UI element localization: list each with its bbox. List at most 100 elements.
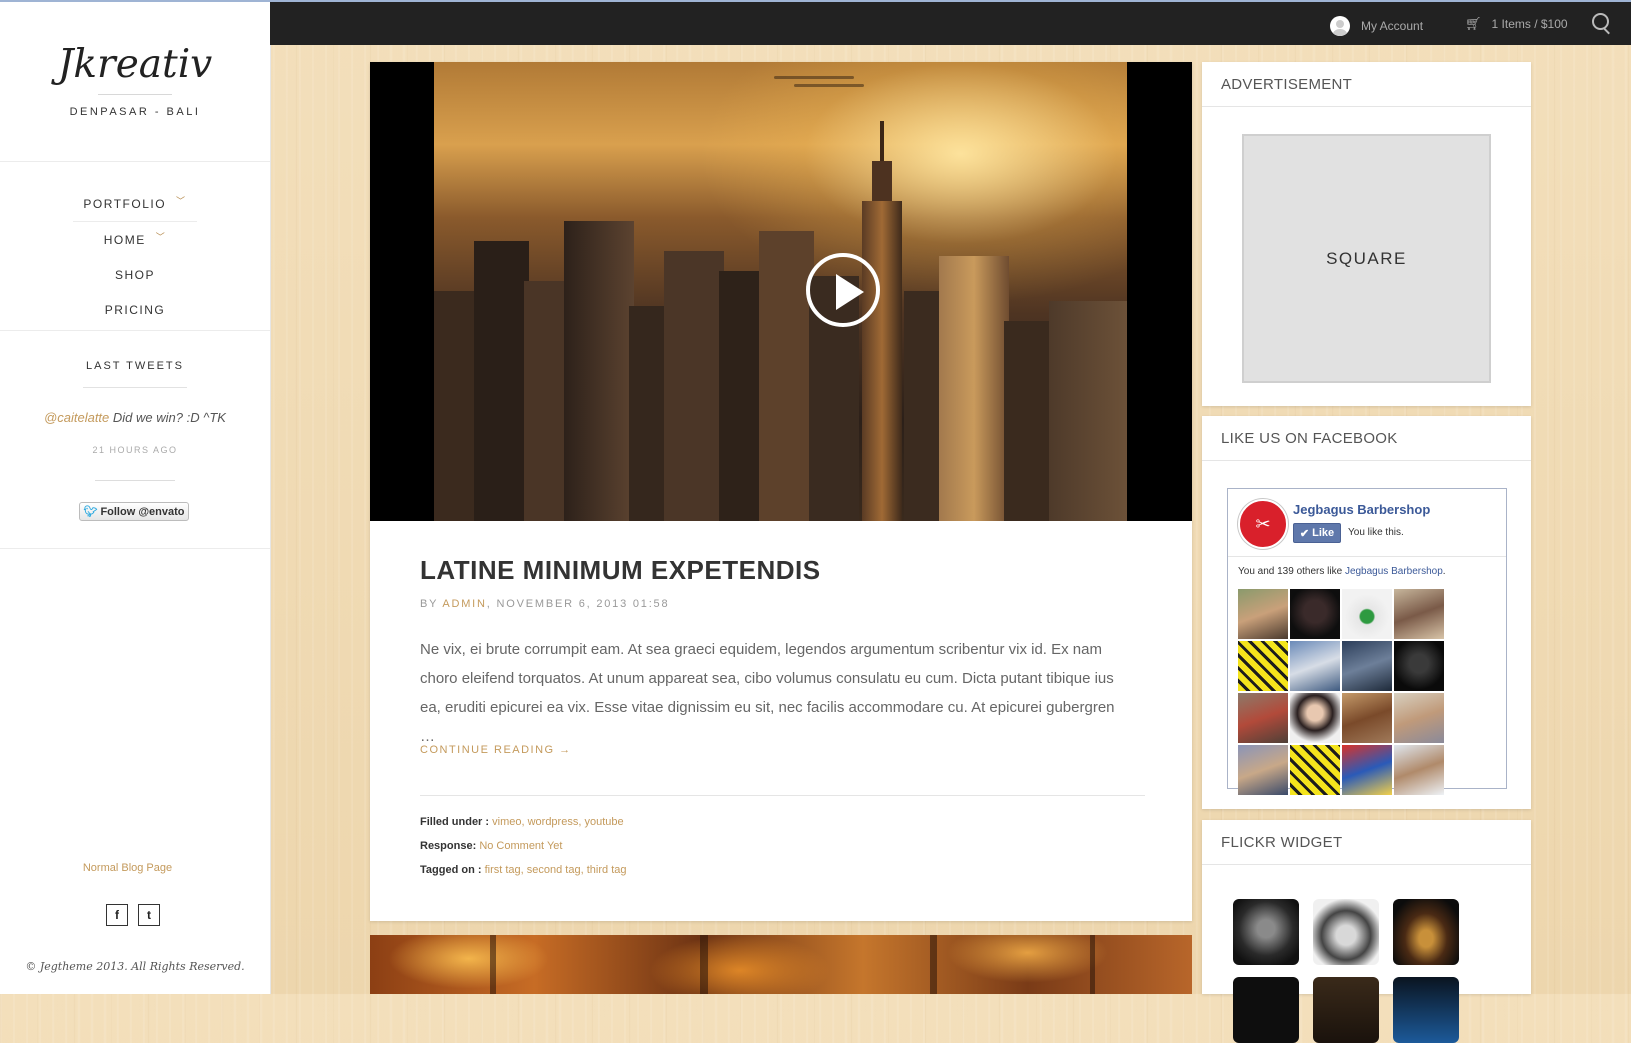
facebook-page-link[interactable]: Jegbagus Barbershop bbox=[1345, 566, 1443, 577]
cart-label: 1 Items / $100 bbox=[1491, 17, 1568, 31]
building bbox=[1049, 301, 1127, 521]
cloud-streak bbox=[794, 84, 864, 87]
facebook-page-name[interactable]: Jegbagus Barbershop bbox=[1293, 502, 1430, 517]
category-link[interactable]: vimeo bbox=[492, 816, 521, 828]
flickr-photo[interactable] bbox=[1393, 977, 1459, 1043]
fan-avatar[interactable] bbox=[1342, 589, 1392, 639]
widget-title: ADVERTISEMENT bbox=[1202, 62, 1531, 107]
post-excerpt: Ne vix, ei brute corrumpit eam. At sea g… bbox=[420, 641, 1115, 745]
fan-avatar[interactable] bbox=[1394, 589, 1444, 639]
fan-avatar[interactable] bbox=[1238, 589, 1288, 639]
author-link[interactable]: ADMIN bbox=[442, 598, 486, 610]
sidebar-divider bbox=[0, 330, 270, 331]
twitter-icon[interactable]: t bbox=[138, 904, 160, 926]
category-link[interactable]: wordpress bbox=[528, 816, 579, 828]
nav-label: HOME bbox=[103, 232, 146, 247]
building bbox=[474, 241, 529, 521]
like-button[interactable]: ✔ Like bbox=[1293, 523, 1341, 543]
building bbox=[862, 201, 902, 521]
building bbox=[939, 256, 1009, 521]
likes-count-prefix: You and 139 others like bbox=[1238, 566, 1345, 577]
flickr-photo[interactable] bbox=[1233, 899, 1299, 965]
building bbox=[1004, 321, 1054, 521]
fan-avatar[interactable] bbox=[1290, 589, 1340, 639]
building bbox=[664, 251, 724, 521]
fan-avatar[interactable] bbox=[1394, 745, 1444, 795]
facebook-widget: LIKE US ON FACEBOOK Jegbagus Barbershop … bbox=[1202, 416, 1531, 809]
widget-title: FLICKR WIDGET bbox=[1202, 820, 1531, 865]
site-logo[interactable]: Jkreativ bbox=[0, 42, 270, 87]
response-row: Response: No Comment Yet bbox=[420, 840, 562, 852]
page-logo[interactable] bbox=[1238, 499, 1288, 549]
flickr-photo[interactable] bbox=[1313, 899, 1379, 965]
top-bar: My Account 🛒︎ 1 Items / $100 bbox=[270, 2, 1631, 45]
nav-item-home[interactable]: HOME ﹀ bbox=[0, 222, 270, 257]
building bbox=[629, 306, 669, 521]
fan-avatar[interactable] bbox=[1394, 641, 1444, 691]
last-tweets-title: LAST TWEETS bbox=[85, 360, 184, 372]
tag-link[interactable]: third tag bbox=[587, 864, 627, 876]
fan-faces-grid bbox=[1238, 589, 1448, 795]
flickr-photo[interactable] bbox=[1233, 977, 1299, 1043]
tweet-divider bbox=[95, 480, 175, 481]
post-video[interactable] bbox=[370, 62, 1192, 521]
fan-avatar[interactable] bbox=[1290, 641, 1340, 691]
cloud-streak bbox=[774, 76, 854, 79]
nav-item-pricing[interactable]: PRICING bbox=[0, 292, 270, 327]
tag-link[interactable]: first tag bbox=[485, 864, 521, 876]
nav-item-portfolio[interactable]: PORTFOLIO ﹀ bbox=[0, 186, 270, 221]
tag-link[interactable]: second tag bbox=[527, 864, 581, 876]
post-meta: BY ADMIN, NOVEMBER 6, 2013 01:58 bbox=[420, 598, 669, 610]
building bbox=[759, 231, 814, 521]
nav-label: SHOP bbox=[114, 267, 155, 282]
fan-avatar[interactable] bbox=[1394, 693, 1444, 743]
flickr-photo[interactable] bbox=[1313, 977, 1379, 1043]
city-skyline-image bbox=[434, 62, 1127, 521]
building bbox=[564, 221, 634, 521]
flickr-grid bbox=[1233, 899, 1513, 1043]
tweet-time[interactable]: 21 HOURS AGO bbox=[0, 445, 270, 455]
social-links: f t bbox=[106, 904, 160, 926]
tweet-body: Did we win? :D ^TK bbox=[112, 410, 226, 425]
facebook-divider bbox=[1228, 556, 1506, 557]
widget-title: LIKE US ON FACEBOOK bbox=[1202, 416, 1531, 461]
fan-avatar[interactable] bbox=[1290, 693, 1340, 743]
check-icon: ✔ bbox=[1299, 527, 1310, 540]
tweets-divider bbox=[83, 387, 187, 388]
search-icon[interactable] bbox=[1592, 13, 1609, 30]
nav-label: PORTFOLIO bbox=[83, 196, 167, 211]
next-post-autumn-image[interactable] bbox=[370, 935, 1192, 994]
fan-avatar[interactable] bbox=[1342, 693, 1392, 743]
follow-envato-button[interactable]: 🐦︎ Follow @envato bbox=[79, 502, 189, 521]
nav-item-shop[interactable]: SHOP bbox=[0, 257, 270, 292]
my-account-link[interactable]: My Account bbox=[1330, 16, 1423, 36]
tweet-text: @caitelatte Did we win? :D ^TK bbox=[0, 410, 270, 425]
category-link[interactable]: youtube bbox=[584, 816, 623, 828]
tree-trunk bbox=[490, 935, 496, 994]
fan-avatar[interactable] bbox=[1342, 745, 1392, 795]
play-button[interactable] bbox=[806, 253, 880, 327]
ad-square[interactable]: SQUARE bbox=[1242, 134, 1491, 383]
response-label: Response: bbox=[420, 840, 477, 852]
post-date: , NOVEMBER 6, 2013 01:58 bbox=[486, 598, 670, 610]
sidebar-divider bbox=[0, 161, 270, 162]
tweet-handle-link[interactable]: @caitelatte bbox=[44, 410, 109, 425]
sidebar-divider bbox=[0, 548, 270, 549]
fan-avatar[interactable] bbox=[1342, 641, 1392, 691]
likes-count-suffix: . bbox=[1442, 566, 1446, 577]
fan-avatar[interactable] bbox=[1238, 641, 1288, 691]
fan-avatar[interactable] bbox=[1290, 745, 1340, 795]
post-title[interactable]: LATINE MINIMUM EXPETENDIS bbox=[420, 555, 821, 586]
normal-blog-page-link[interactable]: Normal Blog Page bbox=[0, 862, 255, 874]
fan-avatar[interactable] bbox=[1238, 745, 1288, 795]
facebook-icon[interactable]: f bbox=[106, 904, 128, 926]
follow-label: Follow @envato bbox=[100, 505, 185, 518]
twitter-bird-icon: 🐦︎ bbox=[83, 506, 98, 518]
tagged-on-row: Tagged on : first tag, second tag, third… bbox=[420, 864, 627, 876]
site-tagline: DENPASAR - BALI bbox=[69, 106, 201, 118]
comments-link[interactable]: No Comment Yet bbox=[479, 840, 562, 852]
fan-avatar[interactable] bbox=[1238, 693, 1288, 743]
cart-link[interactable]: 🛒︎ 1 Items / $100 bbox=[1465, 16, 1568, 32]
continue-reading-link[interactable]: CONTINUE READING → bbox=[420, 744, 572, 756]
flickr-photo[interactable] bbox=[1393, 899, 1459, 965]
